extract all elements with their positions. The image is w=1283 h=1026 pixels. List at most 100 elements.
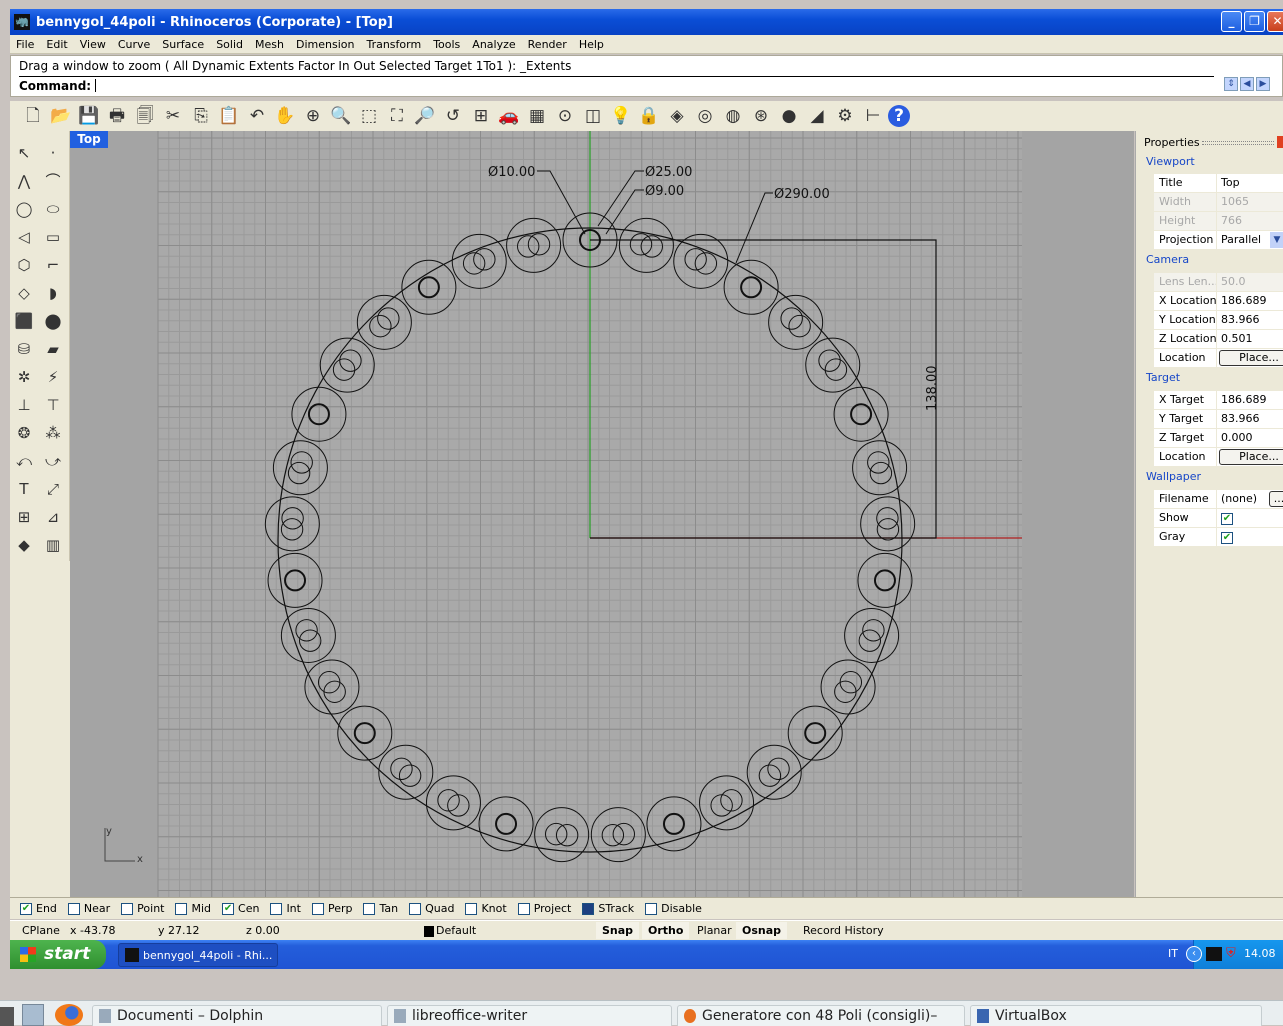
four-viewports-icon[interactable]: ⊞ xyxy=(468,103,494,129)
clock[interactable]: 14.08 xyxy=(1244,947,1276,960)
paste-icon[interactable]: 📋 xyxy=(216,103,242,129)
minimize-button[interactable]: _ xyxy=(1221,11,1242,32)
arc-icon[interactable]: ◁ xyxy=(10,223,38,251)
property-value[interactable]: 0.501 xyxy=(1217,330,1283,348)
render-sphere-icon[interactable]: ● xyxy=(776,103,802,129)
panel-close-icon[interactable] xyxy=(1277,136,1283,148)
close-button[interactable]: ✕ xyxy=(1267,11,1283,32)
snap-toggle[interactable]: Snap xyxy=(596,922,640,939)
wireframe-sphere-icon[interactable]: ◍ xyxy=(720,103,746,129)
command-input[interactable]: Command: xyxy=(19,76,1214,94)
tray-expand-icon[interactable]: ‹ xyxy=(1186,946,1202,962)
grid-sphere-icon[interactable]: ⊛ xyxy=(748,103,774,129)
osnap-end[interactable]: ✔ End xyxy=(20,902,57,915)
viewport-section-heading[interactable]: Viewport xyxy=(1146,155,1195,168)
menu-view[interactable]: View xyxy=(80,38,106,51)
file-manager-launcher-icon[interactable] xyxy=(22,1004,44,1026)
osnap-tan[interactable]: Tan xyxy=(363,902,398,915)
polyline-icon[interactable]: ⋀ xyxy=(10,167,38,195)
host-task-virtualbox[interactable]: VirtualBox xyxy=(970,1005,1262,1026)
camera-section-heading[interactable]: Camera xyxy=(1146,253,1189,266)
layer-icon[interactable]: ◈ xyxy=(664,103,690,129)
viewport-canvas[interactable]: Ø10.00 Ø25.00 Ø9.00 Ø290.00 138.00 y x xyxy=(70,131,1134,897)
osnap-disable[interactable]: Disable xyxy=(645,902,702,915)
point-object-icon[interactable]: ⊙ xyxy=(552,103,578,129)
circle-icon[interactable]: ◯ xyxy=(10,195,38,223)
select-arrow-icon[interactable]: ↖ xyxy=(10,139,38,167)
osnap-quad[interactable]: Quad xyxy=(409,902,454,915)
zoom-dynamic-icon[interactable]: 🔍 xyxy=(328,103,354,129)
menu-transform[interactable]: Transform xyxy=(366,38,421,51)
property-value[interactable]: 186.689 xyxy=(1217,391,1283,409)
checkbox[interactable] xyxy=(270,902,283,915)
property-value[interactable]: Place... xyxy=(1217,349,1283,367)
boolean-split-icon[interactable]: ⁂ xyxy=(39,419,67,447)
checkbox[interactable] xyxy=(175,902,188,915)
new-file-icon[interactable]: 🗋 xyxy=(20,103,46,129)
menu-help[interactable]: Help xyxy=(579,38,604,51)
scroll-updown-button[interactable]: ⇕ xyxy=(1224,77,1238,91)
color-wheel-icon[interactable]: ◎ xyxy=(692,103,718,129)
dimension-icon[interactable]: ⊢ xyxy=(860,103,886,129)
copy-icon[interactable]: ⎘ xyxy=(188,103,214,129)
lock-icon[interactable]: 🔒 xyxy=(636,103,662,129)
cplane-label[interactable]: CPlane xyxy=(22,924,60,937)
zoom-selected-icon[interactable]: 🔎 xyxy=(412,103,438,129)
blend-icon[interactable]: ⤻ xyxy=(39,447,67,475)
wallpaper-section-heading[interactable]: Wallpaper xyxy=(1146,470,1201,483)
property-value[interactable]: 83.966 xyxy=(1217,410,1283,428)
property-value[interactable]: 0.000 xyxy=(1217,429,1283,447)
undo-view-icon[interactable]: ↺ xyxy=(440,103,466,129)
panel-grip[interactable] xyxy=(1202,141,1274,145)
box-icon[interactable]: ⬛ xyxy=(10,307,38,335)
host-task-dolphin[interactable]: Documenti – Dolphin xyxy=(92,1005,382,1026)
ortho-toggle[interactable]: Ortho xyxy=(642,922,690,939)
undo-icon[interactable]: ↶ xyxy=(244,103,270,129)
import-icon[interactable]: 🗐 xyxy=(132,103,158,129)
property-value[interactable]: 83.966 xyxy=(1217,311,1283,329)
menu-file[interactable]: File xyxy=(16,38,34,51)
layer-name[interactable]: Default xyxy=(436,924,476,937)
menu-solid[interactable]: Solid xyxy=(216,38,243,51)
planar-toggle[interactable]: Planar xyxy=(697,924,732,937)
snapshot-icon[interactable]: ◫ xyxy=(580,103,606,129)
solid-box-icon[interactable]: ◆ xyxy=(10,531,38,559)
terminal-launcher-icon[interactable] xyxy=(0,1007,14,1026)
checkbox[interactable] xyxy=(582,902,595,915)
boolean-union-icon[interactable]: ❂ xyxy=(10,419,38,447)
place-button[interactable]: Place... xyxy=(1219,350,1283,366)
rectangle-icon[interactable]: ▭ xyxy=(39,223,67,251)
host-task-writer[interactable]: libreoffice-writer xyxy=(387,1005,672,1026)
osnap-near[interactable]: Near xyxy=(67,902,110,915)
trim-icon[interactable]: ⊤ xyxy=(39,391,67,419)
text-icon[interactable]: T xyxy=(10,475,38,503)
chevron-down-icon[interactable]: ▼ xyxy=(1270,232,1283,248)
save-icon[interactable]: 💾 xyxy=(76,103,102,129)
menu-tools[interactable]: Tools xyxy=(433,38,460,51)
start-button[interactable]: start xyxy=(10,940,106,969)
osnap-knot[interactable]: Knot xyxy=(465,902,507,915)
viewport-title-tab[interactable]: Top xyxy=(70,131,108,148)
point-icon[interactable]: · xyxy=(39,139,67,167)
osnap-perp[interactable]: Perp xyxy=(311,902,352,915)
fillet-curve-icon[interactable]: ⌐ xyxy=(39,251,67,279)
offset-icon[interactable]: ⤺ xyxy=(10,447,38,475)
scroll-right-button[interactable]: ▶ xyxy=(1256,77,1270,91)
polygon-icon[interactable]: ⬡ xyxy=(10,251,38,279)
checkbox[interactable] xyxy=(363,902,376,915)
cut-icon[interactable]: ✂ xyxy=(160,103,186,129)
property-value[interactable]: ✔ xyxy=(1217,528,1283,546)
surface-edge-icon[interactable]: ◗ xyxy=(39,279,67,307)
checkbox[interactable]: ✔ xyxy=(20,902,32,915)
language-indicator[interactable]: IT xyxy=(1168,947,1178,960)
rhino-app-icon[interactable]: 🦏 xyxy=(14,14,30,30)
target-section-heading[interactable]: Target xyxy=(1146,371,1180,384)
security-shield-icon[interactable]: ⛨ xyxy=(1226,946,1236,961)
checkbox[interactable] xyxy=(311,902,324,915)
property-value[interactable]: 186.689 xyxy=(1217,292,1283,310)
cylinder-icon[interactable]: ⛁ xyxy=(10,335,38,363)
property-value[interactable]: Parallel ▼ xyxy=(1217,231,1283,249)
zoom-window-icon[interactable]: ⬚ xyxy=(356,103,382,129)
split-icon[interactable]: ⊥ xyxy=(10,391,38,419)
surface-corner-icon[interactable]: ◇ xyxy=(10,279,38,307)
